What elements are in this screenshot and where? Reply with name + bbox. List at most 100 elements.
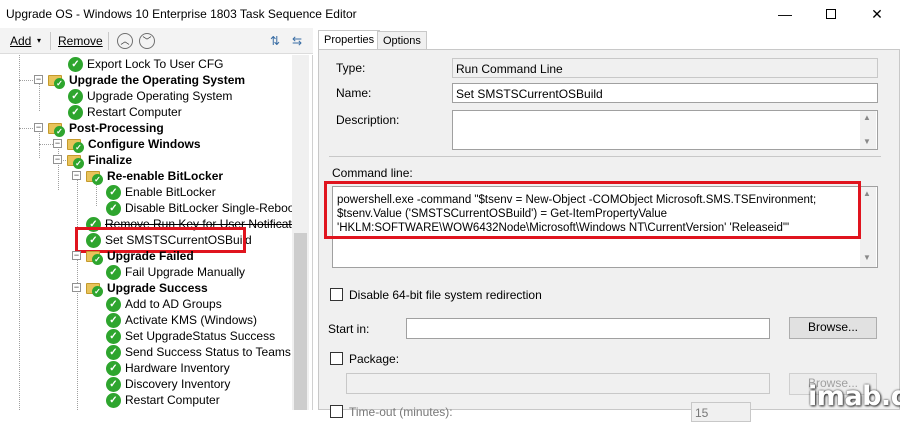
tree-item-label: Discovery Inventory <box>125 377 231 391</box>
tree-item[interactable]: ✓ Fail Upgrade Manually <box>106 264 245 280</box>
collapse-icon[interactable]: − <box>34 123 43 132</box>
move-up-icon[interactable]: ︿ <box>117 33 133 49</box>
success-check-icon: ✓ <box>106 184 121 200</box>
collapse-icon[interactable]: − <box>72 171 81 180</box>
type-label: Type: <box>336 61 366 75</box>
scroll-up-icon[interactable]: ▲ <box>863 113 871 122</box>
collapse-icon[interactable]: − <box>34 75 43 84</box>
package-label: Package: <box>349 352 400 366</box>
success-check-icon: ✓ <box>106 264 121 280</box>
highlight-box <box>324 181 861 239</box>
disable-64bit-label: Disable 64-bit file system redirection <box>349 288 542 302</box>
success-check-icon: ✓ <box>68 88 83 104</box>
tree-item-label: Activate KMS (Windows) <box>125 313 258 327</box>
tree-group[interactable]: ✓ Upgrade Success <box>86 280 208 297</box>
tab-properties[interactable]: Properties <box>318 30 381 51</box>
tree-item[interactable]: ✓ Activate KMS (Windows) <box>106 312 257 328</box>
name-field[interactable]: Set SMSTSCurrentOSBuild <box>452 83 878 103</box>
tree-scrollbar-thumb[interactable] <box>294 233 307 410</box>
tree-item[interactable]: ✓ Discovery Inventory <box>106 376 230 392</box>
close-icon: ✕ <box>871 5 883 22</box>
collapse-icon[interactable]: − <box>72 251 81 260</box>
name-label: Name: <box>336 86 372 100</box>
tree-group-label: Upgrade the Operating System <box>69 73 246 87</box>
description-label: Description: <box>336 113 400 127</box>
folder-icon: ✓ <box>67 153 84 169</box>
tree-item[interactable]: ✓ Add to AD Groups <box>106 296 222 312</box>
tree-item[interactable]: ✓ Restart Computer <box>106 392 220 408</box>
divider <box>329 156 881 157</box>
remove-button[interactable]: Remove <box>58 34 103 48</box>
tree-item-label: Restart Computer <box>125 393 220 407</box>
refresh-icon[interactable]: ⇆ <box>289 33 305 49</box>
timeout-label: Time-out (minutes): <box>349 405 453 419</box>
minimize-icon: — <box>778 6 792 22</box>
tab-options[interactable]: Options <box>377 31 427 51</box>
tree-item-label: Disable BitLocker Single-Reboot <box>125 201 298 215</box>
tree-group[interactable]: ✓ Post-Processing <box>48 120 164 137</box>
description-field[interactable] <box>452 110 878 150</box>
tree-group-label: Configure Windows <box>88 137 201 151</box>
toolbar-divider <box>50 32 51 50</box>
window-title: Upgrade OS - Windows 10 Enterprise 1803 … <box>6 7 357 21</box>
tree-group-label: Re-enable BitLocker <box>107 169 224 183</box>
tree-item-label: Export Lock To User CFG <box>87 57 224 71</box>
folder-icon: ✓ <box>48 121 65 137</box>
folder-icon: ✓ <box>86 281 103 297</box>
tree-group-label: Post-Processing <box>69 121 164 135</box>
tree-item-label: Hardware Inventory <box>125 361 230 375</box>
maximize-button[interactable] <box>808 0 854 28</box>
collapse-icon[interactable]: − <box>72 283 81 292</box>
type-field: Run Command Line <box>452 58 878 78</box>
folder-icon: ✓ <box>48 73 65 89</box>
tree-item[interactable]: ✓ Enable BitLocker <box>106 184 216 200</box>
tree-group[interactable]: ✓ Finalize <box>67 152 133 169</box>
command-line-scrollbar[interactable]: ▲ ▼ <box>860 187 876 267</box>
success-check-icon: ✓ <box>106 296 121 312</box>
minimize-button[interactable]: — <box>762 0 808 28</box>
success-check-icon: ✓ <box>68 56 83 72</box>
tree-item[interactable]: ✓ Set UpgradeStatus Success <box>106 328 275 344</box>
folder-icon: ✓ <box>67 137 84 153</box>
tree-group[interactable]: ✓ Re-enable BitLocker <box>86 168 224 185</box>
tree-item[interactable]: ✓ Restart Computer <box>68 104 182 120</box>
success-check-icon: ✓ <box>106 376 121 392</box>
title-bar: Upgrade OS - Windows 10 Enterprise 1803 … <box>0 0 900 28</box>
collapse-icon[interactable]: − <box>53 155 62 164</box>
success-check-icon: ✓ <box>106 360 121 376</box>
watermark: imab.dk <box>808 381 900 412</box>
tree-group[interactable]: ✓ Upgrade the Operating System <box>48 72 246 89</box>
tree-item[interactable]: ✓ Disable BitLocker Single-Reboot <box>106 200 298 216</box>
timeout-checkbox[interactable] <box>330 405 343 418</box>
browse-button[interactable]: Browse... <box>789 317 877 339</box>
command-line-label: Command line: <box>332 166 413 180</box>
scroll-down-icon[interactable]: ▼ <box>863 253 871 262</box>
add-menu-button[interactable]: Add <box>10 34 31 48</box>
package-checkbox[interactable] <box>330 352 343 365</box>
tree-item[interactable]: ✓ Export Lock To User CFG <box>68 56 224 72</box>
sort-icon[interactable]: ⇅ <box>267 33 283 49</box>
task-sequence-tree: ✓ Export Lock To User CFG − ✓ Upgrade th… <box>0 55 313 410</box>
maximize-icon <box>826 9 836 19</box>
tree-group-label: Finalize <box>88 153 133 167</box>
disable-64bit-checkbox[interactable] <box>330 288 343 301</box>
toolbar: Add ▾ Remove ︿ ﹀ ⇅ ⇆ <box>0 28 313 54</box>
description-scrollbar[interactable]: ▲ ▼ <box>860 111 876 149</box>
tree-item-label: Fail Upgrade Manually <box>125 265 246 279</box>
close-button[interactable]: ✕ <box>854 0 900 28</box>
tree-item-label: Set UpgradeStatus Success <box>125 329 276 343</box>
move-down-icon[interactable]: ﹀ <box>139 33 155 49</box>
collapse-icon[interactable]: − <box>53 139 62 148</box>
scroll-up-icon[interactable]: ▲ <box>863 189 871 198</box>
tree-item[interactable]: ✓ Hardware Inventory <box>106 360 230 376</box>
tree-item[interactable]: ✓ Upgrade Operating System <box>68 88 232 104</box>
chevron-down-icon[interactable]: ▾ <box>37 36 41 45</box>
tree-item[interactable]: ✓ Send Success Status to Teams <box>106 344 291 360</box>
start-in-field[interactable] <box>406 318 770 339</box>
tree-group[interactable]: ✓ Upgrade Failed <box>86 248 194 265</box>
scroll-down-icon[interactable]: ▼ <box>863 137 871 146</box>
tree-group[interactable]: ✓ Configure Windows <box>67 136 201 153</box>
package-field <box>346 373 770 394</box>
success-check-icon: ✓ <box>106 200 121 216</box>
tree-group-label: Upgrade Failed <box>107 249 194 263</box>
